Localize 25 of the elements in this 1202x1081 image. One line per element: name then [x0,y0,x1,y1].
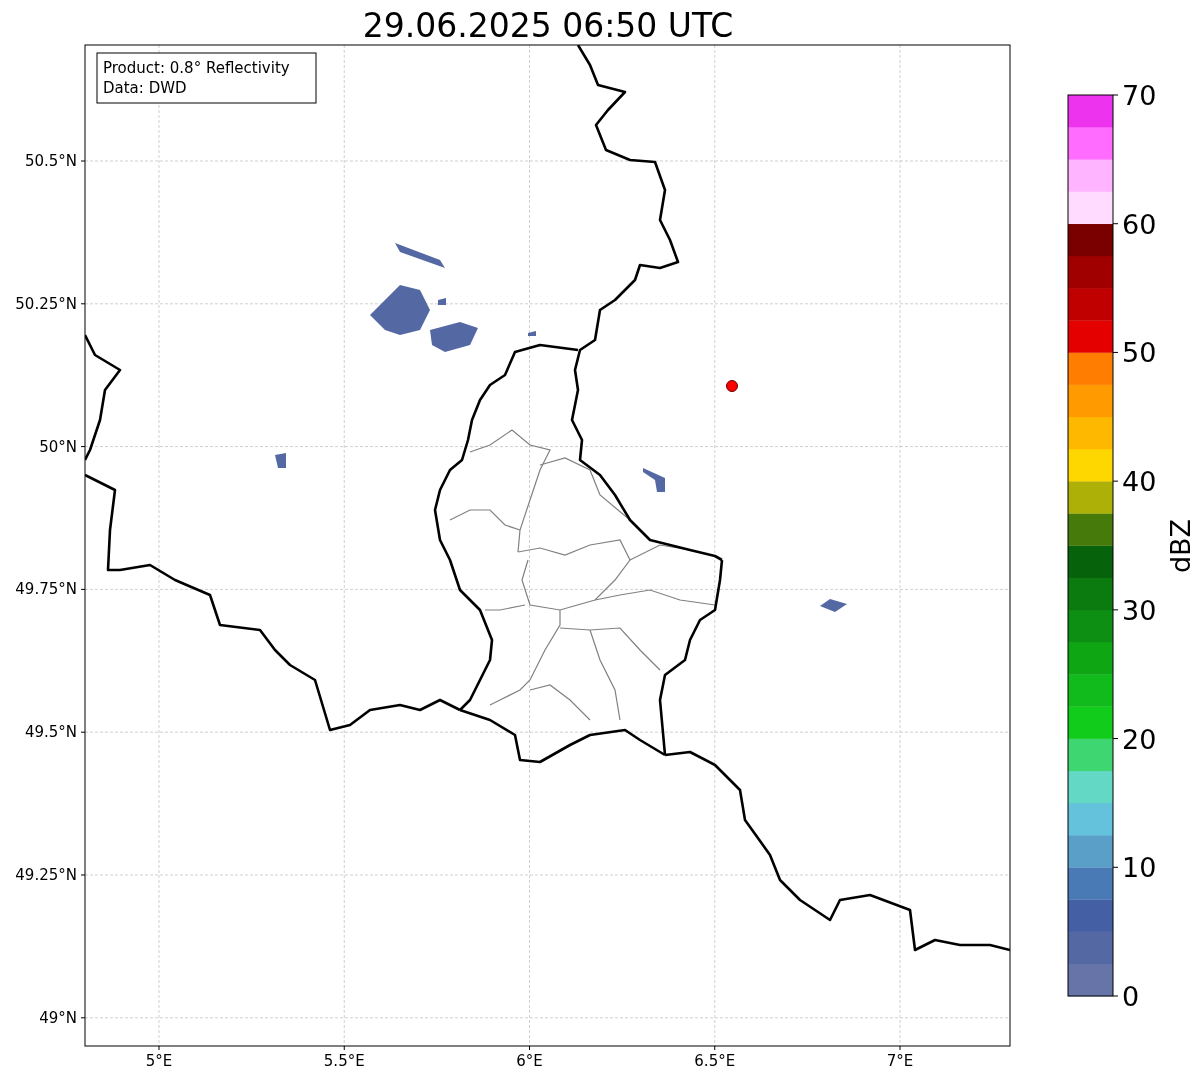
axis-tick-label: 6°E [516,1052,543,1070]
axis-tick-label: 50.25°N [15,294,77,313]
axis-tick-label: 50.5°N [24,152,77,170]
colorbar-tick-label: 70 [1122,80,1157,111]
colorbar-tick-label: 60 [1122,208,1157,240]
axis-tick-label: 49°N [39,1008,77,1027]
colorbar-label: dBZ [1165,518,1196,574]
axis-tick-label: 49.75°N [15,580,77,599]
colorbar-tick-label: 30 [1122,594,1157,626]
info-text: Data: DWD [103,79,187,97]
colorbar-tick-label: 50 [1122,337,1157,369]
colorbar-tick-label: 10 [1122,852,1157,884]
colorbar-tick-label: 40 [1122,466,1157,498]
colorbar-tick-label: 20 [1122,723,1157,755]
info-text: Product: 0.8° Reflectivity [103,59,290,77]
axis-tick-label: 50°N [39,437,77,456]
map-title: 29.06.2025 06:50 UTC [362,6,734,45]
colorbar-tick-label: 0 [1122,981,1140,1012]
axis-tick-label: 49.25°N [15,866,77,884]
radar-site-marker [726,380,738,392]
axis-tick-label: 5.5°E [323,1052,365,1070]
axis-tick-label: 5°E [145,1052,173,1070]
axis-tick-label: 49.5°N [24,723,77,742]
axis-tick-label: 6.5°E [694,1052,736,1070]
axis-tick-label: 7°E [886,1052,914,1070]
